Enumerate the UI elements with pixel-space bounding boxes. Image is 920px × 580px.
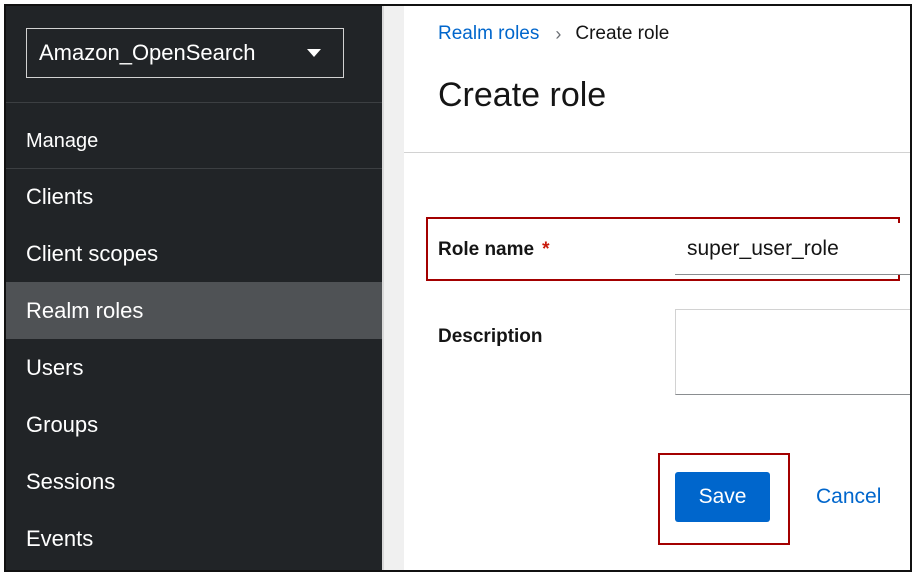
sidebar-item-clients[interactable]: Clients (6, 168, 382, 225)
sidebar-item-users[interactable]: Users (6, 339, 382, 396)
realm-selector-label: Amazon_OpenSearch (39, 40, 256, 65)
sidebar-scroll-gutter (382, 6, 404, 570)
chevron-right-icon: › (555, 23, 562, 44)
caret-down-icon (307, 49, 321, 57)
role-name-input[interactable] (675, 223, 910, 275)
required-marker: * (542, 239, 550, 260)
cancel-button[interactable]: Cancel (804, 472, 893, 522)
save-button[interactable]: Save (675, 472, 770, 522)
divider (6, 102, 382, 103)
sidebar-border (382, 6, 384, 570)
role-name-label-text: Role name (438, 239, 535, 260)
breadcrumb: Realm roles › Create role (438, 23, 669, 45)
breadcrumb-link-realm-roles[interactable]: Realm roles (438, 23, 539, 45)
breadcrumb-current: Create role (575, 23, 670, 44)
realm-selector[interactable]: Amazon_OpenSearch (26, 28, 344, 78)
description-label: Description (438, 326, 543, 347)
sidebar-item-sessions[interactable]: Sessions (6, 453, 382, 510)
sidebar-nav: Clients Client scopes Realm roles Users … (6, 168, 382, 567)
app-window: Amazon_OpenSearch Manage Clients Client … (4, 4, 912, 572)
role-name-label: Role name * (438, 239, 550, 261)
sidebar: Amazon_OpenSearch Manage Clients Client … (6, 6, 382, 570)
description-textarea[interactable] (675, 309, 910, 395)
sidebar-item-client-scopes[interactable]: Client scopes (6, 225, 382, 282)
page-title: Create role (438, 76, 607, 114)
sidebar-item-groups[interactable]: Groups (6, 396, 382, 453)
main-content: Realm roles › Create role Create role Ro… (404, 6, 910, 570)
sidebar-item-realm-roles[interactable]: Realm roles (6, 282, 382, 339)
create-role-form: Role name * Description Save Cancel (404, 153, 910, 570)
sidebar-item-events[interactable]: Events (6, 510, 382, 567)
nav-section-heading: Manage (26, 130, 99, 152)
